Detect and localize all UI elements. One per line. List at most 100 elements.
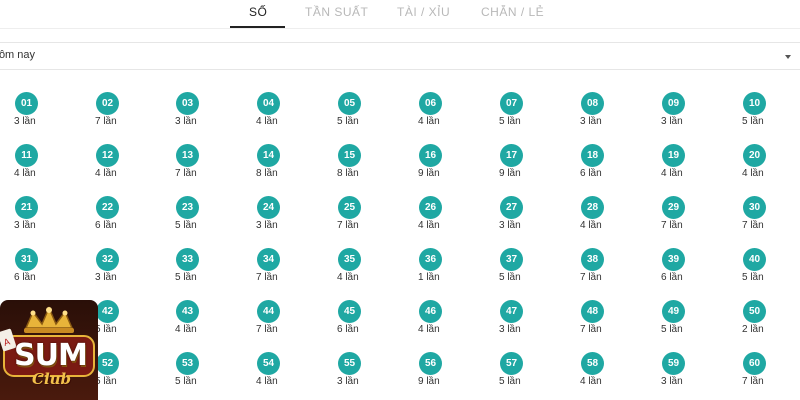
number-cell: 42 5 lần: [95, 300, 136, 344]
occurrence-count: 4 lần: [256, 376, 278, 387]
number-ball[interactable]: 06: [419, 92, 442, 115]
number-ball[interactable]: 20: [743, 144, 766, 167]
number-cell: 30 7 lần: [742, 196, 783, 240]
number-ball[interactable]: 55: [338, 352, 361, 375]
number-ball[interactable]: 44: [257, 300, 280, 323]
number-ball[interactable]: 40: [743, 248, 766, 271]
number-ball[interactable]: 56: [419, 352, 442, 375]
number-cell: 04 4 lần: [256, 92, 297, 136]
number-ball[interactable]: 43: [176, 300, 199, 323]
number-cell: 01 3 lần: [14, 92, 55, 136]
occurrence-count: 4 lần: [742, 168, 764, 179]
number-ball[interactable]: 17: [500, 144, 523, 167]
occurrence-count: 5 lần: [499, 272, 521, 283]
number-ball[interactable]: 50: [743, 300, 766, 323]
number-cell: 15 8 lần: [337, 144, 378, 188]
occurrence-count: 3 lần: [499, 220, 521, 231]
occurrence-count: 3 lần: [580, 116, 602, 127]
number-ball[interactable]: 09: [662, 92, 685, 115]
occurrence-count: 7 lần: [580, 272, 602, 283]
number-cell: 38 7 lần: [580, 248, 621, 292]
number-ball[interactable]: 58: [581, 352, 604, 375]
occurrence-count: 3 lần: [256, 220, 278, 231]
number-ball[interactable]: 05: [338, 92, 361, 115]
number-cell: 45 6 lần: [337, 300, 378, 344]
occurrence-count: 4 lần: [580, 220, 602, 231]
number-ball[interactable]: 15: [338, 144, 361, 167]
number-cell: 44 7 lần: [256, 300, 297, 344]
number-cell: 02 7 lần: [95, 92, 136, 136]
occurrence-count: 5 lần: [175, 220, 197, 231]
number-ball[interactable]: 57: [500, 352, 523, 375]
number-ball[interactable]: 37: [500, 248, 523, 271]
number-ball[interactable]: 53: [176, 352, 199, 375]
number-ball[interactable]: 38: [581, 248, 604, 271]
occurrence-count: 9 lần: [499, 168, 521, 179]
number-ball[interactable]: 14: [257, 144, 280, 167]
number-ball[interactable]: 02: [96, 92, 119, 115]
number-cell: 06 4 lần: [418, 92, 459, 136]
number-cell: 59 3 lần: [661, 352, 702, 396]
number-ball[interactable]: 46: [419, 300, 442, 323]
occurrence-count: 7 lần: [337, 220, 359, 231]
number-ball[interactable]: 42: [96, 300, 119, 323]
occurrence-count: 7 lần: [175, 168, 197, 179]
number-ball[interactable]: 12: [96, 144, 119, 167]
number-cell: 11 4 lần: [14, 144, 55, 188]
number-ball[interactable]: 26: [419, 196, 442, 219]
number-ball[interactable]: 33: [176, 248, 199, 271]
number-ball[interactable]: 13: [176, 144, 199, 167]
number-ball[interactable]: 31: [15, 248, 38, 271]
number-ball[interactable]: 07: [500, 92, 523, 115]
number-ball[interactable]: 47: [500, 300, 523, 323]
number-ball[interactable]: 18: [581, 144, 604, 167]
number-ball[interactable]: 25: [338, 196, 361, 219]
number-ball[interactable]: 48: [581, 300, 604, 323]
number-cell: 36 1 lần: [418, 248, 459, 292]
number-ball[interactable]: 36: [419, 248, 442, 271]
occurrence-count: 5 lần: [661, 324, 683, 335]
number-ball[interactable]: 52: [96, 352, 119, 375]
number-ball[interactable]: 30: [743, 196, 766, 219]
number-cell: 53 5 lần: [175, 352, 216, 396]
number-ball[interactable]: 24: [257, 196, 280, 219]
number-ball[interactable]: 21: [15, 196, 38, 219]
number-ball[interactable]: 23: [176, 196, 199, 219]
occurrence-count: 6 lần: [580, 168, 602, 179]
number-ball[interactable]: 45: [338, 300, 361, 323]
number-ball[interactable]: 27: [500, 196, 523, 219]
occurrence-count: 4 lần: [95, 168, 117, 179]
number-ball[interactable]: 28: [581, 196, 604, 219]
occurrence-count: 8 lần: [337, 168, 359, 179]
occurrence-count: 4 lần: [418, 220, 440, 231]
number-ball[interactable]: 19: [662, 144, 685, 167]
number-ball[interactable]: 35: [338, 248, 361, 271]
number-ball[interactable]: 16: [419, 144, 442, 167]
number-ball[interactable]: 01: [15, 92, 38, 115]
number-ball[interactable]: 08: [581, 92, 604, 115]
number-ball[interactable]: 22: [96, 196, 119, 219]
number-ball[interactable]: 49: [662, 300, 685, 323]
number-ball[interactable]: 03: [176, 92, 199, 115]
number-cell: 03 3 lần: [175, 92, 216, 136]
number-cell: 39 6 lần: [661, 248, 702, 292]
number-ball[interactable]: 39: [662, 248, 685, 271]
occurrence-count: 7 lần: [95, 116, 117, 127]
occurrence-count: 5 lần: [175, 376, 197, 387]
number-cell: 19 4 lần: [661, 144, 702, 188]
number-ball[interactable]: 60: [743, 352, 766, 375]
occurrence-count: 6 lần: [95, 220, 117, 231]
number-ball[interactable]: 10: [743, 92, 766, 115]
occurrence-count: 6 lần: [661, 272, 683, 283]
number-ball[interactable]: 59: [662, 352, 685, 375]
occurrence-count: 3 lần: [95, 272, 117, 283]
number-ball[interactable]: 32: [96, 248, 119, 271]
number-ball[interactable]: 29: [662, 196, 685, 219]
number-cell: 31 6 lần: [14, 248, 55, 292]
number-cell: 23 5 lần: [175, 196, 216, 240]
number-ball[interactable]: 11: [15, 144, 38, 167]
number-cell: 08 3 lần: [580, 92, 621, 136]
number-ball[interactable]: 34: [257, 248, 280, 271]
number-ball[interactable]: 54: [257, 352, 280, 375]
number-ball[interactable]: 04: [257, 92, 280, 115]
